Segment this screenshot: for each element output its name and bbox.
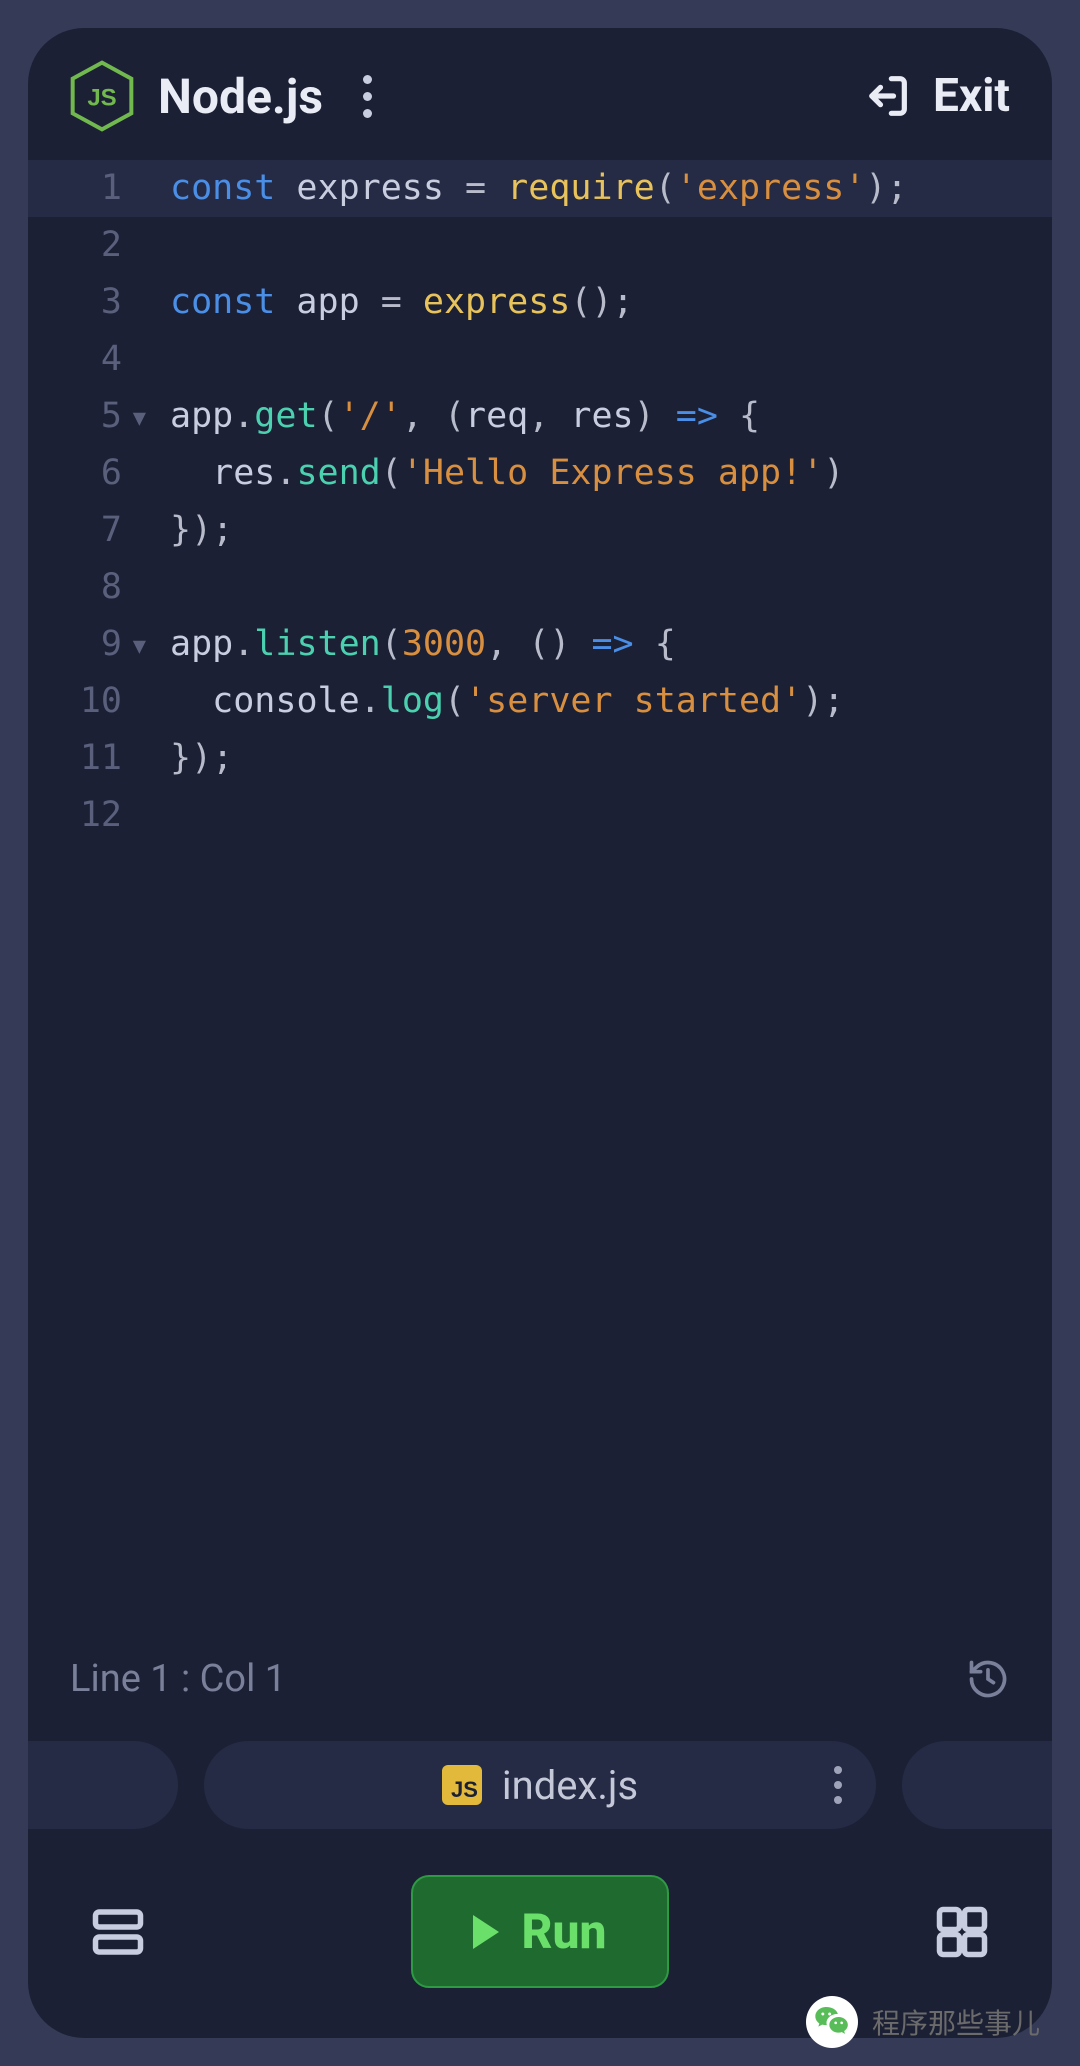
app-title: Node.js [158, 68, 323, 125]
prev-tab-stub[interactable] [28, 1741, 178, 1829]
code-line[interactable] [170, 217, 1052, 274]
more-menu-button[interactable] [363, 75, 372, 118]
line-number: 2 [28, 217, 122, 274]
next-tab-stub[interactable] [902, 1741, 1052, 1829]
code-line[interactable]: res.send('Hello Express app!') [170, 445, 1052, 502]
line-number: 11 [28, 730, 122, 787]
header: JS Node.js Exit [28, 28, 1052, 154]
code-line[interactable]: console.log('server started'); [170, 673, 1052, 730]
line-number: 8 [28, 559, 122, 616]
js-file-icon: JS [442, 1765, 482, 1805]
line-gutter: 123456789101112 [28, 160, 136, 1635]
code-line[interactable]: const express = require('express'); [28, 160, 1052, 217]
line-number: 7 [28, 502, 122, 559]
exit-button[interactable]: Exit [861, 69, 1010, 123]
file-tab-row: JS index.js [28, 1723, 1052, 1857]
app-screen: JS Node.js Exit 123456789101112 const ex… [28, 28, 1052, 2038]
line-number: 9 [28, 616, 122, 673]
code-line[interactable]: app.listen(3000, () => { [170, 616, 1052, 673]
apps-grid-icon[interactable] [932, 1902, 992, 1962]
code-line[interactable]: app.get('/', (req, res) => { [170, 388, 1052, 445]
watermark: 程序那些事儿 [806, 1996, 1040, 2048]
line-number: 5 [28, 388, 122, 445]
code-editor[interactable]: 123456789101112 const express = require(… [28, 154, 1052, 1635]
device-frame: JS Node.js Exit 123456789101112 const ex… [0, 0, 1080, 2066]
code-line[interactable] [170, 787, 1052, 844]
nodejs-logo-icon: JS [70, 60, 134, 132]
code-line[interactable]: }); [170, 502, 1052, 559]
watermark-text: 程序那些事儿 [872, 2002, 1040, 2042]
wechat-icon [806, 1996, 858, 2048]
run-label: Run [521, 1903, 606, 1960]
file-name: index.js [502, 1762, 638, 1809]
line-number: 10 [28, 673, 122, 730]
line-number: 1 [28, 160, 122, 217]
panels-icon[interactable] [88, 1902, 148, 1962]
tab-menu-button[interactable] [834, 1766, 842, 1804]
status-bar: Line 1 : Col 1 [28, 1635, 1052, 1723]
file-tab[interactable]: JS index.js [204, 1741, 876, 1829]
play-icon [473, 1915, 499, 1949]
line-number: 4 [28, 331, 122, 388]
exit-icon [861, 70, 913, 122]
line-number: 6 [28, 445, 122, 502]
run-button[interactable]: Run [411, 1875, 668, 1988]
code-line[interactable] [170, 559, 1052, 616]
cursor-position: Line 1 : Col 1 [70, 1657, 286, 1701]
svg-text:JS: JS [87, 84, 116, 111]
code-line[interactable]: const app = express(); [170, 274, 1052, 331]
line-number: 3 [28, 274, 122, 331]
line-number: 12 [28, 787, 122, 844]
code-line[interactable] [170, 331, 1052, 388]
code-content[interactable]: const express = require('express');const… [136, 160, 1052, 1635]
exit-label: Exit [933, 69, 1010, 123]
code-line[interactable]: }); [170, 730, 1052, 787]
history-icon[interactable] [966, 1657, 1010, 1701]
